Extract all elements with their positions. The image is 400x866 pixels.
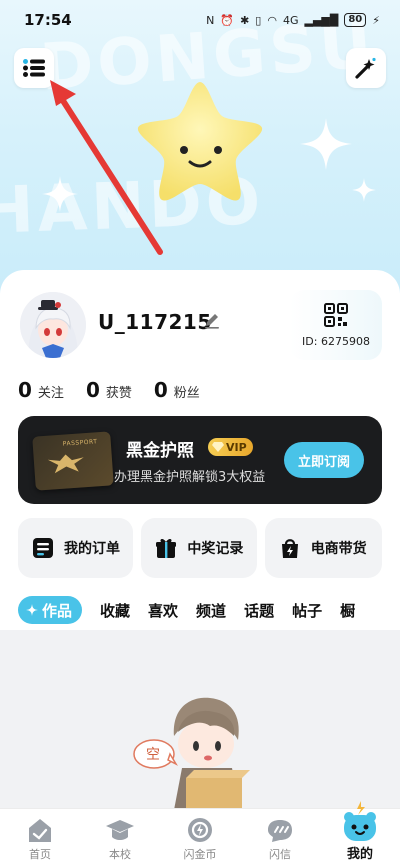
- nav-mine[interactable]: 我的: [325, 801, 395, 862]
- content-tabs: 作品 收藏 喜欢 频道 话题 帖子 橱: [18, 596, 355, 624]
- stat-count: 0: [18, 378, 32, 402]
- user-id: ID: 6275908: [302, 334, 370, 348]
- stat-following[interactable]: 0 关注: [18, 378, 64, 402]
- profile-card: U_117215 ID: 6275908 0 关注 0 获赞 0 粉丝 PASS…: [0, 270, 400, 630]
- signal-icon: ▂▄▆█: [304, 13, 339, 27]
- home-icon: [29, 819, 51, 842]
- quick-label: 我的订单: [64, 541, 120, 557]
- wifi-icon: ◠: [267, 13, 277, 27]
- diamond-icon: [212, 442, 224, 452]
- stat-likes[interactable]: 0 获赞: [86, 378, 132, 402]
- tab-works[interactable]: 作品: [18, 596, 83, 624]
- nav-label: 闪信: [269, 848, 291, 861]
- order-icon: [33, 538, 53, 558]
- avatar-character-icon: [20, 292, 86, 358]
- bottom-navigation: 首页 本校 闪金币 闪信 我的: [0, 801, 400, 866]
- mascot-icon: [344, 801, 376, 841]
- nav-messages[interactable]: 闪信: [245, 816, 315, 862]
- sparkle-icon: [352, 178, 376, 202]
- empty-state: 空: [0, 630, 400, 810]
- status-time: 17:54: [24, 11, 72, 29]
- sparkle-icon: [42, 176, 78, 212]
- nav-label: 我的: [346, 847, 373, 862]
- sparkle-icon: [26, 604, 38, 616]
- avatar[interactable]: [20, 292, 86, 358]
- battery-icon: 80: [344, 13, 367, 27]
- username: U_117215: [98, 310, 212, 334]
- menu-icon: [23, 59, 45, 77]
- qr-code-icon: [324, 302, 348, 327]
- magic-wand-icon: [355, 57, 376, 79]
- vip-badge: VIP: [208, 438, 253, 456]
- stat-followers[interactable]: 0 粉丝: [154, 378, 200, 402]
- passport-label: PASSPORT: [62, 438, 98, 448]
- status-bar: 17:54 N ⏰ ✱ ▯ ◠ 4G ▂▄▆█ 80 ⚡: [0, 0, 400, 40]
- nav-home[interactable]: 首页: [5, 816, 75, 862]
- bluetooth-icon: ✱: [240, 13, 250, 27]
- tab-posts[interactable]: 帖子: [292, 600, 322, 621]
- quick-label: 电商带货: [310, 541, 367, 557]
- alarm-icon: ⏰: [220, 13, 235, 27]
- nav-label: 闪金币: [183, 848, 217, 861]
- vip-badge-label: VIP: [226, 440, 247, 454]
- eagle-emblem-icon: [47, 454, 84, 474]
- school-icon: [106, 820, 134, 840]
- subscribe-button[interactable]: 立即订阅: [284, 442, 364, 478]
- battery-level: 80: [348, 14, 363, 25]
- edit-pencil-icon[interactable]: [202, 310, 222, 330]
- gift-icon: [156, 538, 177, 558]
- stat-count: 0: [153, 378, 168, 402]
- coin-icon: [188, 818, 212, 842]
- ecommerce-button[interactable]: 电商带货: [264, 518, 383, 578]
- stat-count: 0: [85, 378, 100, 402]
- nav-coins[interactable]: 闪金币: [165, 816, 235, 862]
- vip-title: 黑金护照: [126, 441, 194, 461]
- quick-actions: 我的订单 中奖记录 电商带货: [0, 518, 400, 578]
- tab-channels[interactable]: 频道: [196, 600, 226, 621]
- profile-hero-banner: DONGSU HANDO: [0, 0, 400, 300]
- status-icons: N ⏰ ✱ ▯ ◠ 4G ▂▄▆█ 80 ⚡: [206, 13, 380, 27]
- stat-label: 粉丝: [173, 386, 200, 401]
- star-mascot-icon: [137, 82, 263, 201]
- quick-label: 中奖记录: [187, 541, 244, 557]
- stat-label: 获赞: [105, 386, 132, 401]
- nav-label: 首页: [29, 848, 51, 861]
- id-qr-card[interactable]: ID: 6275908: [290, 290, 382, 360]
- vibrate-icon: ▯: [255, 13, 262, 27]
- profile-stats: 0 关注 0 获赞 0 粉丝: [18, 378, 200, 402]
- magic-wand-button[interactable]: [346, 48, 386, 88]
- nav-school[interactable]: 本校: [85, 816, 155, 862]
- shopping-bag-icon: [281, 539, 298, 558]
- tab-favorites[interactable]: 收藏: [100, 600, 130, 621]
- nfc-icon: N: [206, 13, 215, 27]
- tab-likes[interactable]: 喜欢: [148, 600, 178, 621]
- stat-label: 关注: [37, 386, 64, 401]
- vip-passport-banner[interactable]: PASSPORT 黑金护照 VIP 办理黑金护照解锁3大权益 立即订阅: [18, 416, 382, 504]
- my-orders-button[interactable]: 我的订单: [18, 518, 134, 578]
- prize-records-button[interactable]: 中奖记录: [141, 518, 257, 578]
- message-icon: [268, 820, 292, 842]
- menu-button[interactable]: [14, 48, 54, 88]
- tab-showcase[interactable]: 橱: [340, 600, 355, 621]
- charging-icon: ⚡: [372, 13, 380, 27]
- nav-label: 本校: [109, 848, 131, 861]
- passport-icon: PASSPORT: [32, 431, 114, 491]
- tab-topics[interactable]: 话题: [244, 600, 274, 621]
- vip-subtitle: 办理黑金护照解锁3大权益: [114, 470, 266, 485]
- tab-label: 作品: [42, 601, 73, 620]
- empty-bubble-text: 空: [146, 747, 160, 763]
- sparkle-icon: [300, 118, 352, 170]
- network-type: 4G: [282, 13, 299, 27]
